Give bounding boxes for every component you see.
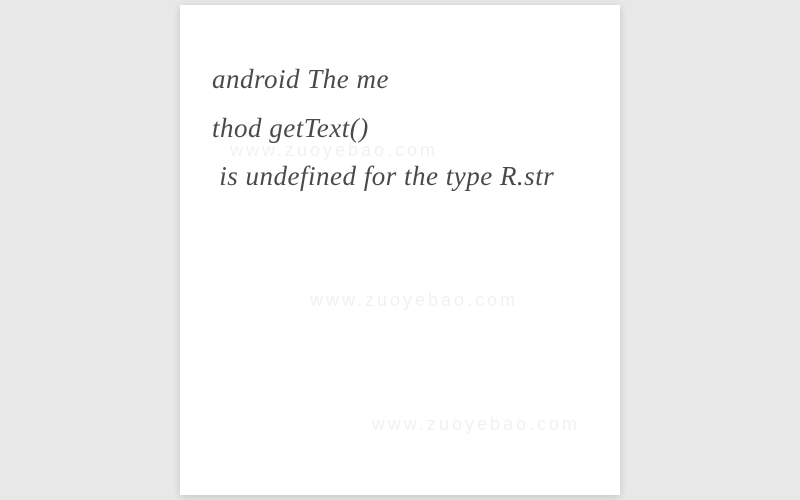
watermark-text: www.zuoyebao.com	[372, 414, 580, 435]
error-text-line-2: thod getText()	[212, 104, 588, 153]
question-card: android The me thod getText() is undefin…	[180, 5, 620, 495]
error-text-line-3: is undefined for the type R.str	[212, 152, 588, 201]
error-text-line-1: android The me	[212, 55, 588, 104]
watermark-text: www.zuoyebao.com	[310, 290, 518, 311]
